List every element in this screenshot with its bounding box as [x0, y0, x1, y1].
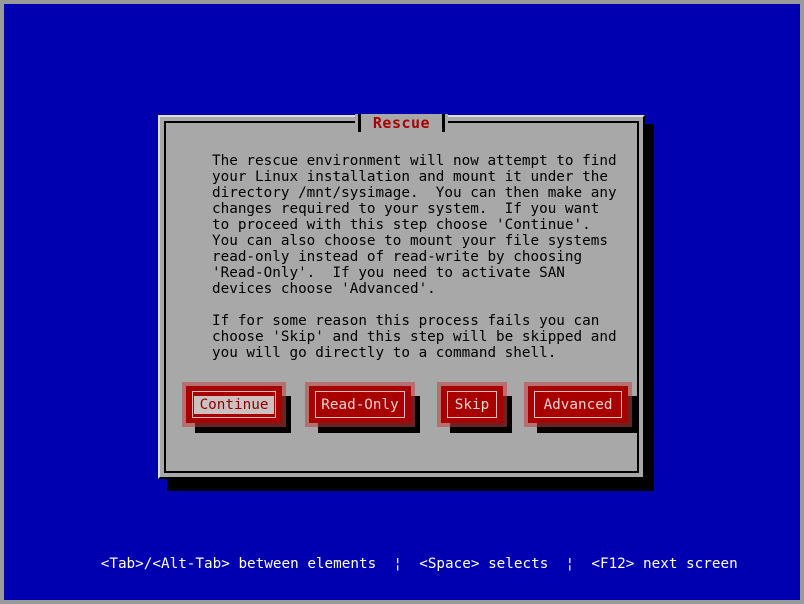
skip-button-label: Skip [454, 396, 490, 413]
button-face-continue: Continue [186, 386, 282, 423]
rescue-dialog: Rescue The rescue environment will now a… [158, 114, 645, 479]
dialog-titlebar: Rescue [166, 114, 637, 132]
status-bar: <Tab>/<Alt-Tab> between elements ¦ <Spac… [4, 540, 800, 588]
dialog-title: Rescue [360, 114, 443, 132]
button-face-advanced: Advanced [528, 386, 628, 423]
title-left-gap [354, 114, 358, 132]
dialog-body-text: The rescue environment will now attempt … [212, 153, 617, 361]
continue-button[interactable]: Continue [182, 382, 286, 427]
button-wrapper-advanced: Advanced [524, 382, 637, 433]
button-wrapper-continue: Continue [182, 382, 291, 433]
read-only-button[interactable]: Read-Only [305, 382, 415, 427]
advanced-button-label: Advanced [543, 396, 613, 413]
button-face-read-only: Read-Only [309, 386, 411, 423]
title-left-tick [357, 114, 361, 132]
advanced-button[interactable]: Advanced [524, 382, 632, 427]
title-right-gap [445, 114, 449, 132]
continue-button-label: Continue [193, 395, 275, 414]
button-wrapper-skip: Skip [437, 382, 512, 433]
dialog-inner-frame: Rescue The rescue environment will now a… [164, 114, 639, 473]
button-face-skip: Skip [441, 386, 503, 423]
title-right-tick [442, 114, 446, 132]
skip-button[interactable]: Skip [437, 382, 507, 427]
status-bar-text: <Tab>/<Alt-Tab> between elements ¦ <Spac… [100, 556, 738, 572]
read-only-button-label: Read-Only [321, 396, 399, 413]
dialog-button-row: Continue Read-Only Skip Advanced [182, 382, 637, 448]
button-wrapper-read-only: Read-Only [305, 382, 420, 433]
rescue-screen: Rescue The rescue environment will now a… [0, 0, 804, 604]
